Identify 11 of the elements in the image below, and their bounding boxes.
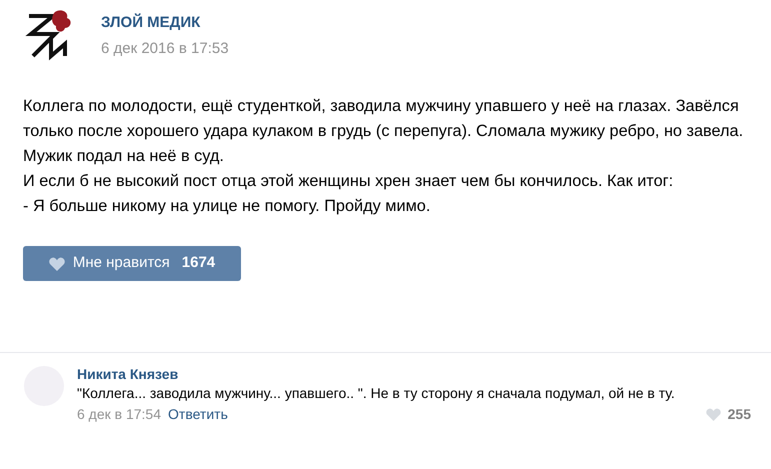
like-button[interactable]: Мне нравится 1674 xyxy=(23,246,241,281)
like-count: 255 xyxy=(728,405,751,424)
post-text: - Я больше никому на улице не помогу. Пройду мимо. xyxy=(23,196,432,217)
comment-text: "Коллега... заводила мужчину... упавшего.. ". Не в ту сторону я сначала подумал, ой не в ту. xyxy=(77,384,676,403)
heart-icon xyxy=(48,256,65,270)
reply-link[interactable]: Ответить xyxy=(168,404,228,424)
post-text: И если б не высокий пост отца этой женщины хрен знает чем бы кончилось. Как итог: xyxy=(23,171,674,192)
commenter-name[interactable]: Никита Князев xyxy=(77,365,751,383)
heart-icon[interactable] xyxy=(706,408,721,420)
post-text: Коллега по молодости, ещё студенткой, заводила мужчину упавшего у неё на глазах. Завёлся только после хорошего удара кулаком в грудь (с перепуга). Сломала мужику ребро, но завела. Мужик подал на неё в суд. xyxy=(23,96,744,167)
author-name[interactable]: ЗЛОЙ МЕДИК xyxy=(101,12,229,34)
